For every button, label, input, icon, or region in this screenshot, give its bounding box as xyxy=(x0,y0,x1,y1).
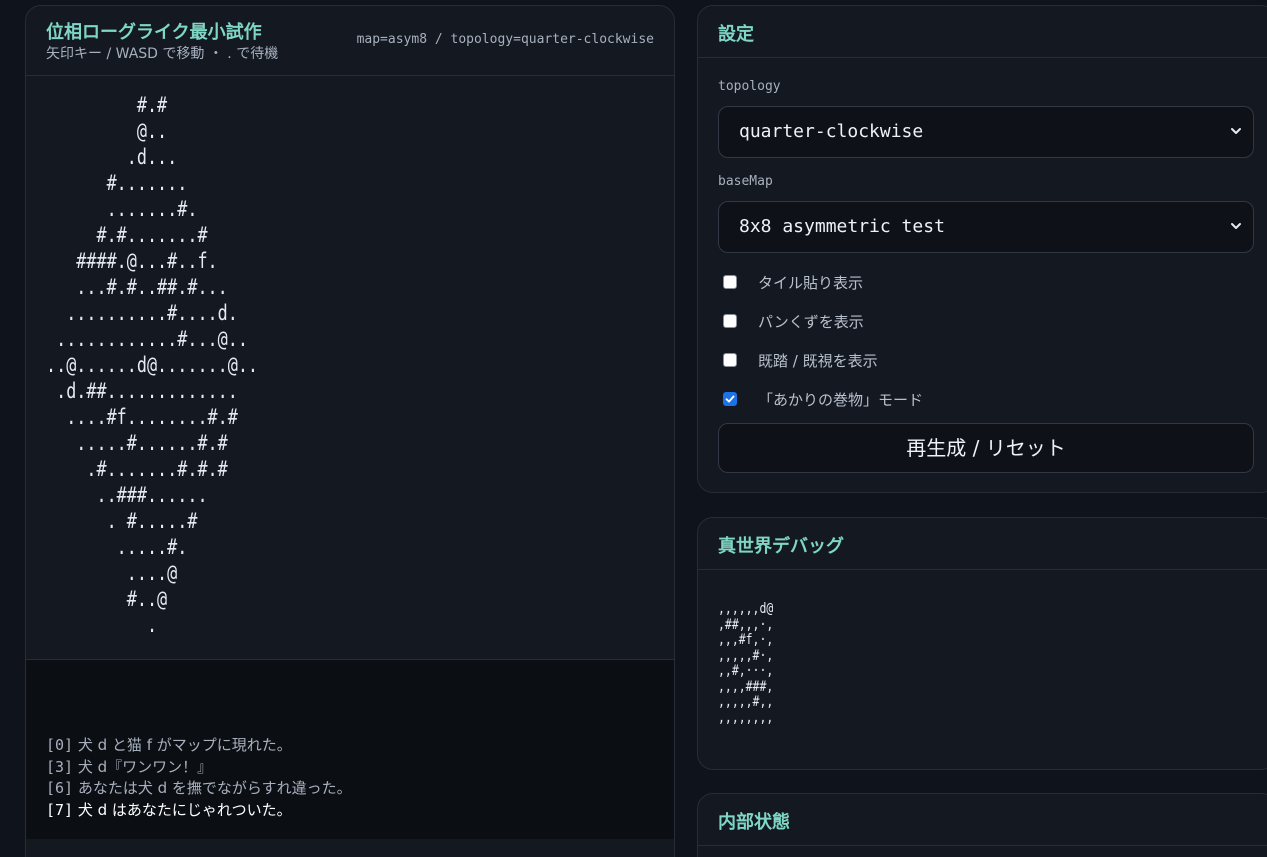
visited-label: 既踏 / 既視を表示 xyxy=(758,352,878,370)
settings-panel: 設定 topology quarter-clockwise baseMap 8x… xyxy=(697,5,1267,493)
log-line: [0] 犬 d と猫 f がマップに現れた。 xyxy=(46,736,292,754)
scroll-mode-checkbox[interactable] xyxy=(723,392,737,406)
tile-display-label: タイル貼り表示 xyxy=(758,274,864,292)
basemap-label: baseMap xyxy=(718,174,773,189)
state-title: 内部状態 xyxy=(718,812,790,833)
check-icon xyxy=(725,395,735,403)
log-line: [3] 犬 d『ワンワン！』 xyxy=(46,757,213,776)
scroll-mode-label: 「あかりの巻物」モード xyxy=(758,391,924,409)
basemap-select[interactable]: 8x8 asymmetric test xyxy=(718,201,1254,253)
chevron-down-icon xyxy=(1231,128,1241,134)
reset-button[interactable]: 再生成 / リセット xyxy=(718,423,1254,473)
app-root: 位相ローグライク最小試作 矢印キー / WASD で移動 ・ . で待機 map… xyxy=(0,0,1267,857)
log-line: [6] あなたは犬 d を撫でながらすれ違った。 xyxy=(46,779,352,797)
map-view[interactable]: #.# @.. .d... #....... .......#. #.#....… xyxy=(26,76,674,659)
true-world-grid: ,,,,,,d@ ,##,,,·, ,,,#f,·, ,,,,,#·, ,,#,… xyxy=(718,601,774,726)
settings-title: 設定 xyxy=(718,24,754,45)
game-panel: 位相ローグライク最小試作 矢印キー / WASD で移動 ・ . で待機 map… xyxy=(25,5,675,857)
controls-hint: 矢印キー / WASD で移動 ・ . で待機 xyxy=(46,46,279,62)
visited-checkbox[interactable] xyxy=(723,353,737,367)
debug-title: 真世界デバッグ xyxy=(718,536,844,557)
chevron-down-icon xyxy=(1231,223,1241,229)
basemap-value: 8x8 asymmetric test xyxy=(739,216,945,237)
topology-select[interactable]: quarter-clockwise xyxy=(718,106,1254,158)
settings-header: 設定 xyxy=(698,6,1267,58)
topology-label: topology xyxy=(718,79,781,94)
game-header: 位相ローグライク最小試作 矢印キー / WASD で移動 ・ . で待機 map… xyxy=(26,6,674,76)
debug-panel: 真世界デバッグ ,,,,,,d@ ,##,,,·, ,,,#f,·, ,,,,,… xyxy=(697,517,1267,770)
breadcrumbs-checkbox[interactable] xyxy=(723,314,737,328)
breadcrumbs-label: パンくずを表示 xyxy=(758,313,864,331)
topology-value: quarter-clockwise xyxy=(739,121,924,142)
log-line-latest: [7] 犬 d はあなたにじゃれついた。 xyxy=(46,800,292,819)
state-panel: 内部状態 xyxy=(697,793,1267,857)
game-title: 位相ローグライク最小試作 xyxy=(46,22,262,43)
message-log: [0] 犬 d と猫 f がマップに現れた。 [3] 犬 d『ワンワン！』 [6… xyxy=(26,659,674,839)
debug-header: 真世界デバッグ xyxy=(698,518,1267,570)
log-lines: [0] 犬 d と猫 f がマップに現れた。 [3] 犬 d『ワンワン！』 [6… xyxy=(46,735,352,821)
map-info: map=asym8 / topology=quarter-clockwise xyxy=(356,32,654,47)
tile-display-checkbox[interactable] xyxy=(723,275,737,289)
ascii-map: #.# @.. .d... #....... .......#. #.#....… xyxy=(46,93,259,638)
state-header: 内部状態 xyxy=(698,794,1267,846)
